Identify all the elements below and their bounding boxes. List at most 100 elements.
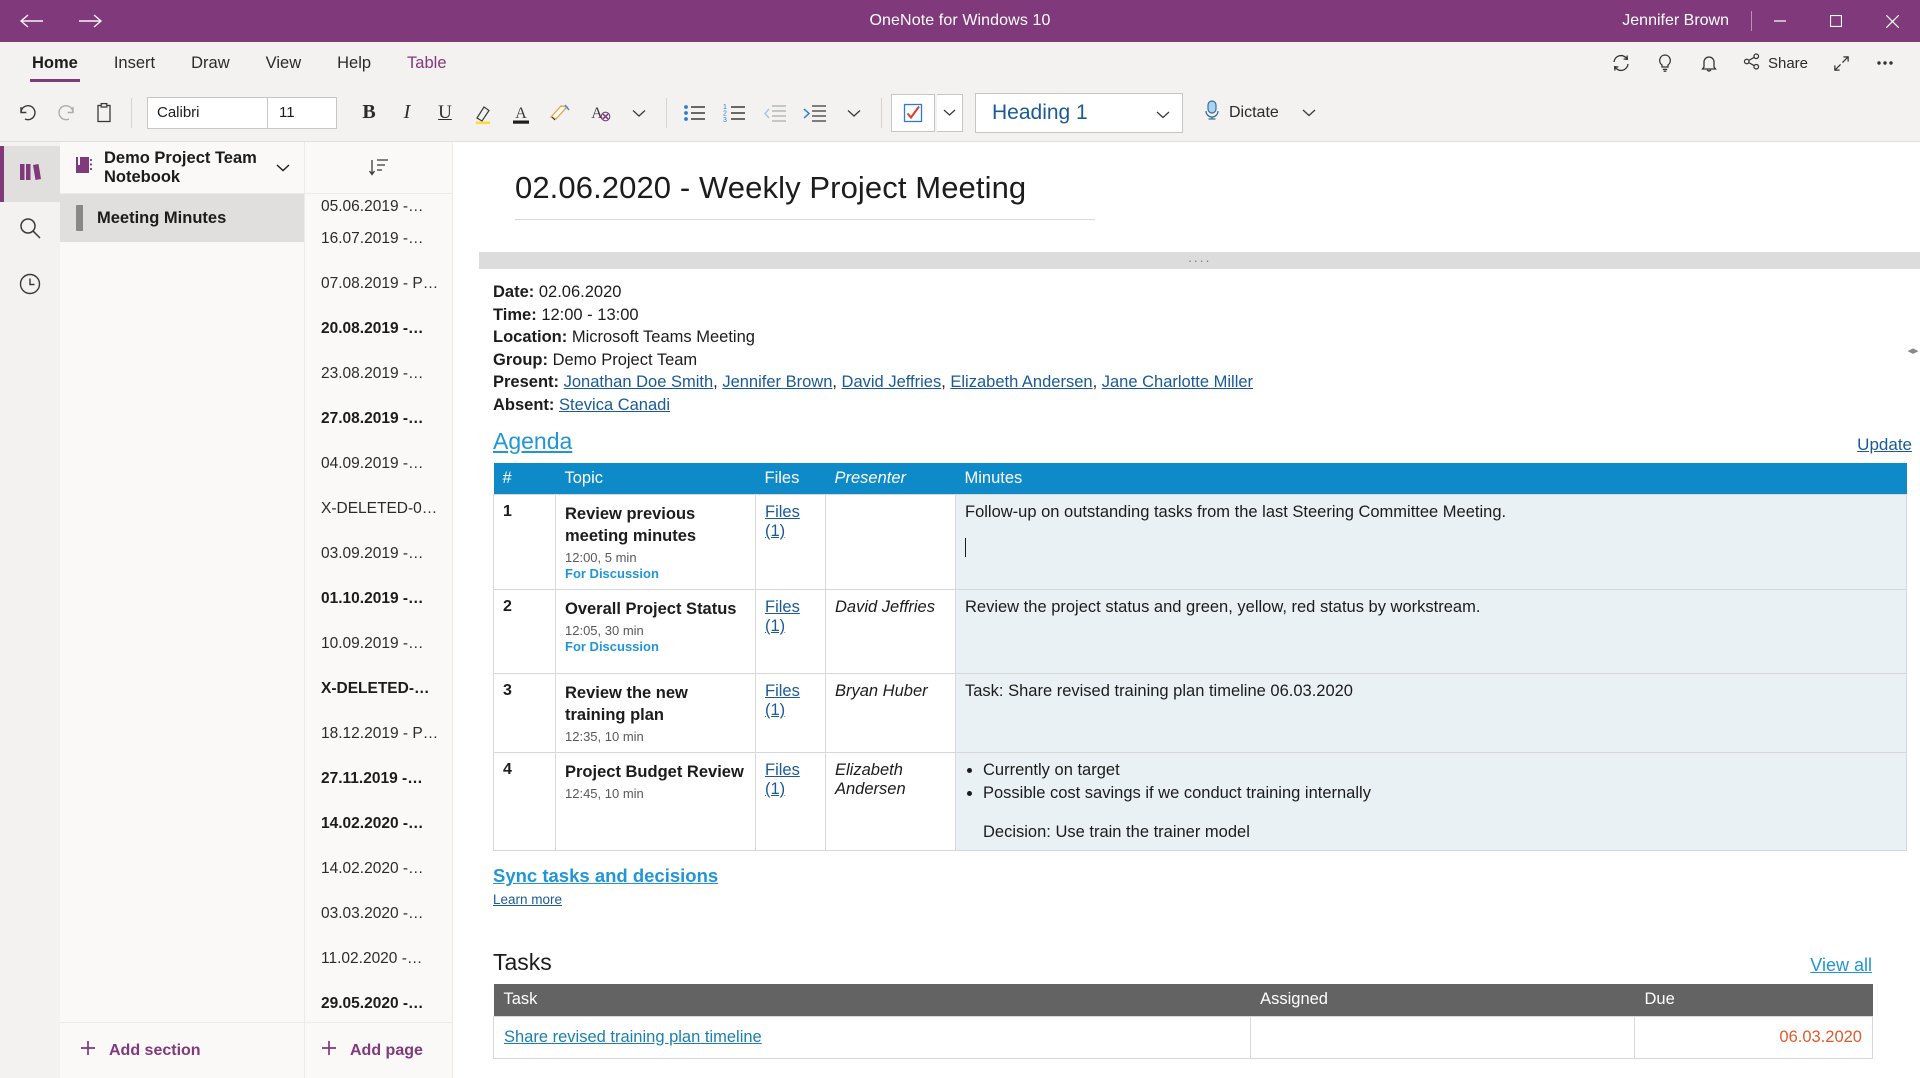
learn-more-link[interactable]: Learn more <box>493 892 562 907</box>
forward-arrow-icon[interactable] <box>74 4 108 38</box>
list-item[interactable]: X-DELETED-… <box>305 666 452 711</box>
font-color-icon[interactable]: A <box>503 93 539 133</box>
bold-button[interactable]: B <box>351 93 387 133</box>
list-item[interactable]: 29.05.2020 -… <box>305 981 452 1022</box>
cell-files[interactable]: Files (1) <box>755 673 826 753</box>
todo-chevron-down-icon[interactable] <box>937 93 963 132</box>
underline-button[interactable]: U <box>427 93 463 133</box>
files-link[interactable]: Files (1) <box>765 503 800 540</box>
expand-icon[interactable] <box>1820 42 1862 84</box>
notebook-selector[interactable]: Demo Project Team Notebook <box>60 142 304 194</box>
checkbox-tag-icon[interactable] <box>891 93 935 132</box>
sort-icon[interactable] <box>360 149 398 187</box>
minimize-button[interactable] <box>1752 0 1808 42</box>
redo-icon[interactable] <box>48 93 84 133</box>
font-name-input[interactable]: Calibri <box>148 97 268 128</box>
highlighter-icon[interactable] <box>465 93 501 133</box>
bell-icon[interactable] <box>1688 42 1730 84</box>
list-item[interactable]: 18.12.2019 - P… <box>305 711 452 756</box>
list-item[interactable]: 16.07.2019 -… <box>305 216 452 261</box>
list-item[interactable]: 03.03.2020 -… <box>305 891 452 936</box>
undo-icon[interactable] <box>10 93 46 133</box>
cell-minutes[interactable]: Task: Share revised training plan timeli… <box>955 673 1907 753</box>
font-more-chevron-down-icon[interactable] <box>621 93 657 133</box>
close-button[interactable] <box>1864 0 1920 42</box>
attendee-link[interactable]: Elizabeth Andersen <box>950 373 1092 391</box>
tab-table[interactable]: Table <box>389 42 464 84</box>
tab-view[interactable]: View <box>248 42 319 84</box>
list-item[interactable]: 10.09.2019 -… <box>305 621 452 666</box>
attendee-link[interactable]: Jennifer Brown <box>722 373 832 391</box>
user-name[interactable]: Jennifer Brown <box>1600 12 1751 30</box>
cell-minutes[interactable]: Follow-up on outstanding tasks from the … <box>955 494 1907 590</box>
page-title[interactable]: 02.06.2020 - Weekly Project Meeting <box>515 170 1095 220</box>
tab-draw[interactable]: Draw <box>173 42 248 84</box>
font-size-input[interactable]: 11 <box>268 98 336 128</box>
add-page-button[interactable]: Add page <box>305 1022 452 1078</box>
table-row[interactable]: 3 Review the new training plan 12:35, 10… <box>493 673 1907 753</box>
frame-drag-handle[interactable]: ···· <box>479 252 1920 269</box>
list-item[interactable]: X-DELETED-0… <box>305 486 452 531</box>
share-button[interactable]: Share <box>1732 42 1818 84</box>
list-item[interactable]: 07.08.2019 - P… <box>305 261 452 306</box>
clipboard-icon[interactable] <box>86 93 122 133</box>
list-item[interactable]: 01.10.2019 -… <box>305 576 452 621</box>
absentee-link[interactable]: Stevica Canadi <box>559 396 670 414</box>
numbered-list-icon[interactable]: 1 2 3 <box>716 93 754 133</box>
sidebar-item-meeting-minutes[interactable]: Meeting Minutes <box>60 194 304 242</box>
attendee-link[interactable]: Jane Charlotte Miller <box>1102 373 1253 391</box>
lightbulb-icon[interactable] <box>1644 42 1686 84</box>
view-all-link[interactable]: View all <box>1810 955 1872 976</box>
increase-indent-icon[interactable] <box>796 93 834 133</box>
agenda-heading[interactable]: Agenda <box>493 428 572 455</box>
cell-topic[interactable]: Project Budget Review 12:45, 10 min <box>555 752 756 851</box>
dictate-chevron-down-icon[interactable] <box>1291 93 1327 133</box>
rail-item-recent[interactable] <box>0 258 60 314</box>
cell-minutes[interactable]: Currently on target Possible cost saving… <box>955 752 1907 851</box>
cell-minutes[interactable]: Review the project status and green, yel… <box>955 589 1907 674</box>
note-canvas[interactable]: 02.06.2020 - Weekly Project Meeting ····… <box>453 142 1920 1078</box>
dictate-button[interactable]: Dictate <box>1193 93 1289 133</box>
cell-task[interactable]: Share revised training plan timeline <box>493 1015 1251 1059</box>
bulleted-list-icon[interactable] <box>676 93 714 133</box>
cell-topic[interactable]: Overall Project Status 12:05, 30 min For… <box>555 589 756 674</box>
sync-tasks-link[interactable]: Sync tasks and decisions <box>493 865 1920 887</box>
list-item[interactable]: 27.08.2019 -… <box>305 396 452 441</box>
list-item[interactable]: 05.06.2019 -… <box>305 194 452 216</box>
table-row[interactable]: 1 Review previous meeting minutes 12:00,… <box>493 494 1907 590</box>
add-section-button[interactable]: Add section <box>60 1022 304 1078</box>
horizontal-scroll-indicator[interactable]: ◂▸ <box>1906 344 1920 357</box>
list-item[interactable]: 20.08.2019 -… <box>305 306 452 351</box>
list-item[interactable]: 11.02.2020 -… <box>305 936 452 981</box>
list-item[interactable]: 27.11.2019 -… <box>305 756 452 801</box>
list-item[interactable]: 03.09.2019 -… <box>305 531 452 576</box>
paragraph-more-chevron-down-icon[interactable] <box>836 93 872 133</box>
list-item[interactable]: 23.08.2019 -… <box>305 351 452 396</box>
table-row[interactable]: 4 Project Budget Review 12:45, 10 min Fi… <box>493 752 1907 851</box>
ellipsis-icon[interactable] <box>1864 42 1906 84</box>
attendee-link[interactable]: David Jeffries <box>842 373 942 391</box>
list-item[interactable]: 14.02.2020 -… <box>305 846 452 891</box>
attendee-link[interactable]: Jonathan Doe Smith <box>564 373 714 391</box>
rail-item-search[interactable] <box>0 202 60 258</box>
list-item[interactable]: 04.09.2019 -… <box>305 441 452 486</box>
cell-files[interactable]: Files (1) <box>755 494 826 590</box>
files-link[interactable]: Files (1) <box>765 598 800 635</box>
tab-help[interactable]: Help <box>319 42 389 84</box>
tab-home[interactable]: Home <box>14 42 96 84</box>
clear-formatting-icon[interactable]: A <box>581 93 619 133</box>
tab-insert[interactable]: Insert <box>96 42 173 84</box>
back-arrow-icon[interactable] <box>14 4 48 38</box>
sync-icon[interactable] <box>1600 42 1642 84</box>
table-row[interactable]: Share revised training plan timeline 06.… <box>493 1015 1873 1059</box>
cell-files[interactable]: Files (1) <box>755 589 826 674</box>
cell-files[interactable]: Files (1) <box>755 752 826 851</box>
update-link[interactable]: Update <box>1857 435 1912 455</box>
decrease-indent-icon[interactable] <box>756 93 794 133</box>
style-selector[interactable]: Heading 1 <box>975 92 1183 133</box>
task-link[interactable]: Share revised training plan timeline <box>504 1028 762 1046</box>
files-link[interactable]: Files (1) <box>765 761 800 798</box>
maximize-button[interactable] <box>1808 0 1864 42</box>
list-item[interactable]: 14.02.2020 -… <box>305 801 452 846</box>
table-row[interactable]: 2 Overall Project Status 12:05, 30 min F… <box>493 589 1907 674</box>
